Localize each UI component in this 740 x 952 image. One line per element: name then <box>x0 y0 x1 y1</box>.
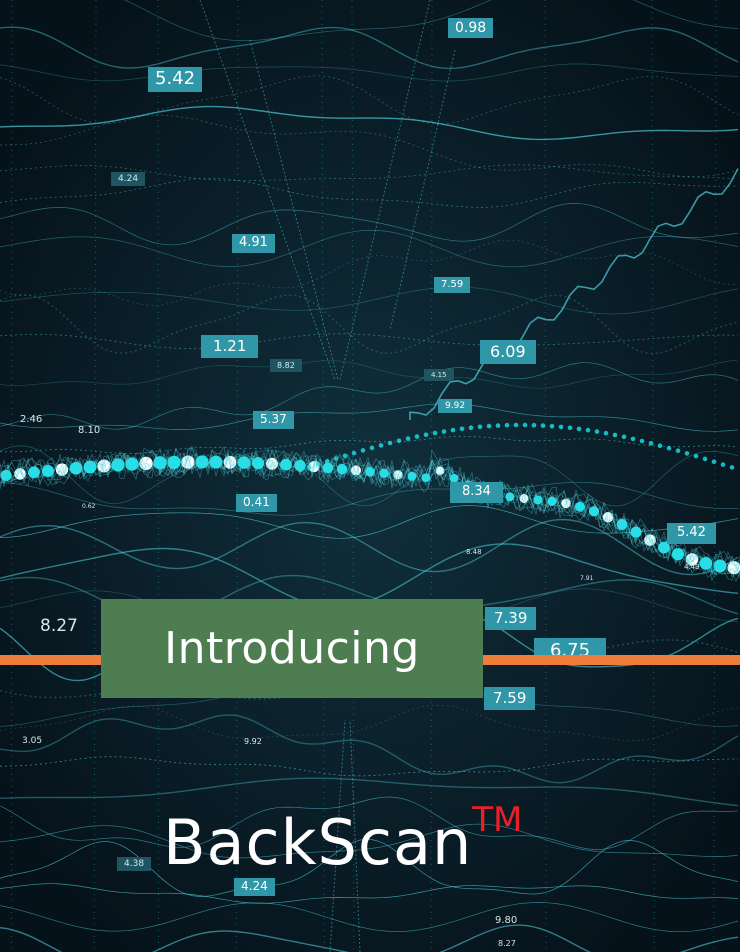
value-label: 8.27 <box>498 939 516 948</box>
value-label: 5.42 <box>667 523 716 544</box>
value-label: 9.92 <box>438 399 473 414</box>
value-label: 2.46 <box>20 414 43 425</box>
value-label: 1.21 <box>201 335 259 359</box>
banner-text: Introducing <box>164 623 420 674</box>
value-label: 8.10 <box>78 425 101 436</box>
trademark-symbol: TM <box>472 800 523 840</box>
value-label: 5.37 <box>253 411 294 429</box>
value-label: 3.05 <box>22 736 43 746</box>
value-label: 4.38 <box>117 857 152 872</box>
value-label: 7.59 <box>434 277 471 293</box>
value-label: 0.62 <box>82 503 96 510</box>
value-label: 4.24 <box>111 172 146 187</box>
value-label: 4.49 <box>684 563 700 571</box>
introducing-banner: Introducing <box>101 599 483 698</box>
value-label: 7.59 <box>484 687 536 711</box>
brand-name: BackScan <box>163 806 473 879</box>
brand-wordmark: BackScanTM <box>163 800 522 879</box>
value-label: 4.24 <box>234 878 275 896</box>
cover-artwork: 0.98 5.42 4.24 4.91 7.59 1.21 6.09 8.82 … <box>0 0 740 952</box>
value-label: 7.91 <box>580 575 594 582</box>
value-label: 9.92 <box>244 737 262 746</box>
value-label: 8.82 <box>270 359 302 373</box>
value-label: 0.41 <box>236 494 277 512</box>
value-label: 6.09 <box>480 340 536 365</box>
value-label: 9.80 <box>495 915 518 926</box>
value-label: 4.91 <box>232 234 275 253</box>
value-label: 7.39 <box>485 607 537 631</box>
value-label: 4.15 <box>424 369 454 382</box>
value-label: 5.42 <box>148 67 203 92</box>
value-label: 8.34 <box>450 482 503 503</box>
value-label: 8.48 <box>466 548 482 556</box>
value-label: 0.98 <box>448 18 494 39</box>
value-label: 8.27 <box>40 616 78 636</box>
